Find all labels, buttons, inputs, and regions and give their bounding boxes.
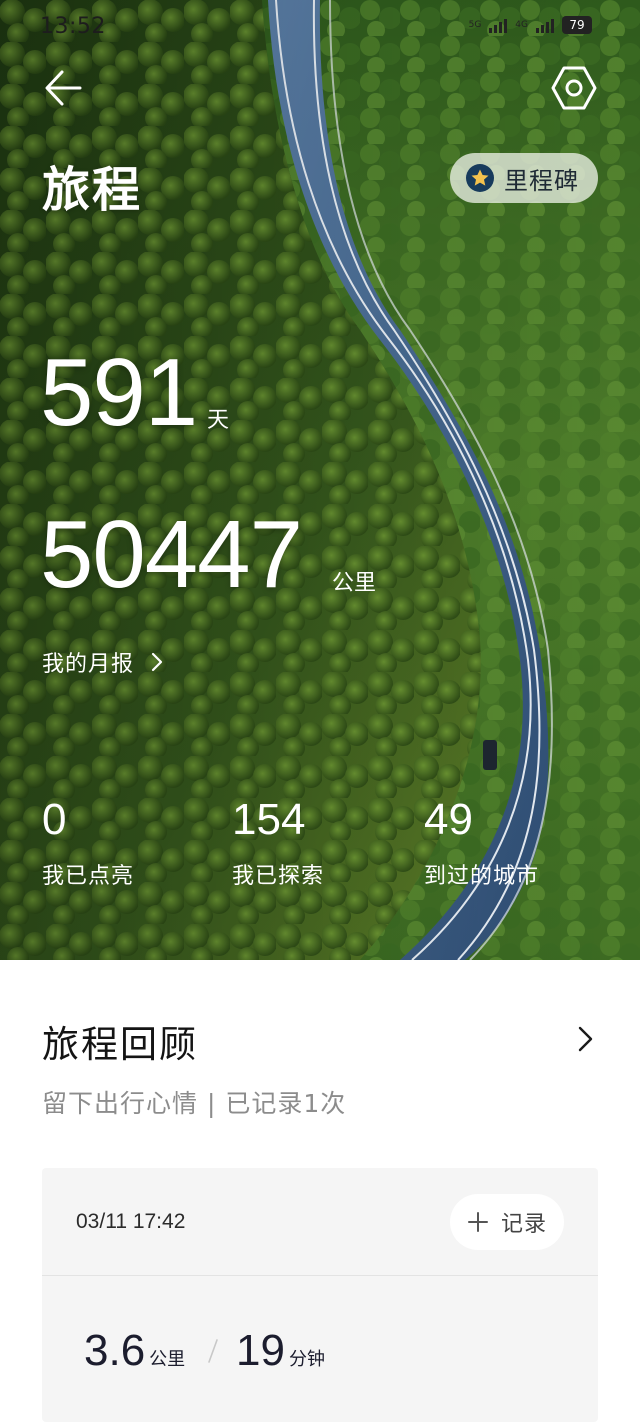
chevron-right-icon [578,1026,593,1052]
review-section-title[interactable]: 旅程回顾 [42,1014,198,1068]
stat-value: 0 [42,795,67,844]
signal-icon-2 [536,17,554,33]
card-divider [42,1275,598,1276]
stat-label: 到过的城市 [424,864,540,889]
hero-banner: 13:52 5G 4G 79 旅程 里程碑 591 天 50447 公里 我的月… [0,0,640,960]
signal-icon [489,17,508,33]
stat-label: 我已点亮 [42,864,135,889]
trip-distance: 3.6 公里 [84,1326,185,1376]
distance-unit: 公里 [332,571,377,596]
milestone-button[interactable]: 里程碑 [450,153,598,203]
stat-explored[interactable]: 154 我已探索 [232,796,324,890]
stat-lit-up[interactable]: 0 我已点亮 [42,796,134,890]
arrow-left-icon [45,70,82,106]
plus-icon [467,1212,488,1232]
back-button[interactable] [42,66,86,110]
separator-slash [208,1339,218,1363]
review-subtitle: 留下出行心情 | 已记录1次 [42,1089,347,1118]
trip-distance-value: 3.6 [84,1326,146,1375]
distance-value: 50447 [40,501,303,608]
days-value: 591 [40,339,198,446]
stat-value: 154 [232,795,306,844]
network-5g-label: 5G [468,20,482,30]
battery-icon: 79 [562,16,592,34]
stat-cities-visited[interactable]: 49 到过的城市 [424,796,539,890]
trip-record-card[interactable]: 03/11 17:42 记录 3.6 公里 19 分钟 [42,1168,598,1422]
add-record-label: 记录 [500,1212,547,1237]
trip-distance-unit: 公里 [149,1349,186,1370]
milestone-label: 里程碑 [504,166,579,195]
chevron-right-icon [151,652,163,672]
trip-duration: 19 分钟 [236,1326,325,1376]
days-unit: 天 [207,408,230,433]
stat-value: 49 [424,795,473,844]
trip-duration-value: 19 [236,1326,285,1375]
review-more-button[interactable] [570,1022,600,1056]
status-time: 13:52 [40,14,106,39]
trip-duration-unit: 分钟 [288,1349,325,1370]
stat-label: 我已探索 [232,864,325,889]
settings-button[interactable] [550,64,598,112]
status-bar: 13:52 5G 4G 79 [0,0,640,56]
network-4g-label: 4G [515,20,528,30]
hexagon-settings-icon [551,66,597,110]
monthly-report-label: 我的月报 [42,652,135,677]
monthly-report-link[interactable]: 我的月报 [42,646,164,678]
add-record-button[interactable]: 记录 [450,1194,564,1250]
trip-date: 03/11 17:42 [76,1210,186,1233]
status-indicators: 5G 4G 79 [469,16,592,34]
page-title: 旅程 [42,162,143,218]
star-badge-icon [466,164,494,192]
